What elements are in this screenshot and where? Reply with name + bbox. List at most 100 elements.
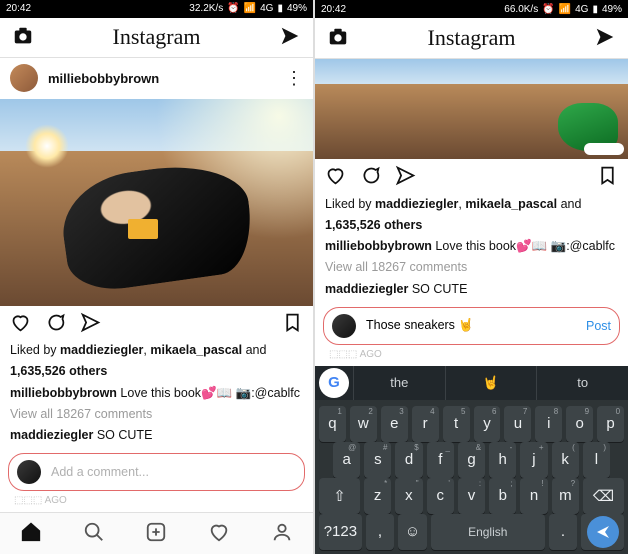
suggestion-2[interactable]: 🤘 [445, 366, 537, 400]
send-key[interactable] [581, 514, 624, 550]
top-comment: maddieziegler SO CUTE [10, 426, 303, 444]
bookmark-icon[interactable] [282, 312, 303, 336]
likes-line[interactable]: Liked by maddieziegler, mikaela_pascal a… [10, 341, 303, 359]
post-username[interactable]: milliebobbybrown [48, 71, 275, 86]
key-u[interactable]: u7 [504, 406, 531, 442]
likes-count[interactable]: 1,635,526 others [10, 362, 303, 380]
key-s[interactable]: s# [364, 442, 391, 478]
post-meta: Liked by maddieziegler, mikaela_pascal a… [0, 341, 313, 447]
suggestion-3[interactable]: to [536, 366, 628, 400]
key-k[interactable]: k( [552, 442, 579, 478]
signal-icon: 📶 [244, 3, 256, 14]
instagram-logo: Instagram [113, 24, 201, 50]
key-j[interactable]: j+ [520, 442, 547, 478]
key-v[interactable]: v: [458, 478, 485, 514]
symbols-key[interactable]: ?123 [319, 514, 362, 550]
post-actions [0, 306, 313, 341]
gboard-keyboard: G the 🤘 to q1w2e3r4t5y6u7i8o9p0 a@s#d$f_… [315, 366, 628, 554]
key-m[interactable]: m? [552, 478, 579, 514]
likes-line[interactable]: Liked by maddieziegler, mikaela_pascal a… [325, 195, 618, 213]
view-all-comments[interactable]: View all 18267 comments [10, 405, 303, 423]
like-icon[interactable] [325, 165, 346, 189]
space-key[interactable]: English [431, 514, 545, 550]
tab-add-icon[interactable] [145, 521, 167, 546]
key-o[interactable]: o9 [566, 406, 593, 442]
key-w[interactable]: w2 [350, 406, 377, 442]
tab-search-icon[interactable] [83, 521, 105, 546]
key-b[interactable]: b; [489, 478, 516, 514]
key-h[interactable]: h- [489, 442, 516, 478]
likes-count[interactable]: 1,635,526 others [325, 216, 618, 234]
comment-input[interactable] [364, 318, 578, 334]
camera-icon[interactable] [12, 25, 34, 50]
post-actions [315, 159, 628, 195]
key-z[interactable]: z* [364, 478, 391, 514]
comment-icon[interactable] [360, 165, 381, 189]
key-i[interactable]: i8 [535, 406, 562, 442]
key-f[interactable]: f_ [427, 442, 454, 478]
signal-icon: 📶 [559, 4, 571, 15]
instagram-header: Instagram [315, 18, 628, 59]
instagram-header: Instagram [0, 18, 313, 58]
key-p[interactable]: p0 [597, 406, 624, 442]
comment-input[interactable] [49, 464, 296, 480]
key-a[interactable]: a@ [333, 442, 360, 478]
key-row-4: ?123 , ☺ English . [319, 514, 624, 550]
send-dm-icon[interactable] [594, 26, 616, 51]
like-icon[interactable] [10, 312, 31, 336]
share-icon[interactable] [395, 165, 416, 189]
key-row-2: a@s#d$f_g&h-j+k(l) [319, 442, 624, 478]
status-data-rate: 32.2K/s [189, 3, 223, 14]
suggestion-bar: G the 🤘 to [315, 366, 628, 400]
avatar[interactable] [10, 64, 38, 92]
post-comment-button[interactable]: Post [586, 319, 611, 333]
top-comment: maddieziegler SO CUTE [325, 280, 618, 298]
tab-home-icon[interactable] [20, 521, 42, 546]
battery-icon: ▮ [277, 3, 283, 14]
alarm-icon: ⏰ [542, 4, 554, 15]
key-y[interactable]: y6 [474, 406, 501, 442]
comment-icon[interactable] [45, 312, 66, 336]
camera-icon[interactable] [327, 26, 349, 51]
key-x[interactable]: x" [395, 478, 422, 514]
backspace-key[interactable]: ⌫ [583, 478, 624, 514]
tab-activity-icon[interactable] [208, 521, 230, 546]
key-r[interactable]: r4 [412, 406, 439, 442]
key-q[interactable]: q1 [319, 406, 346, 442]
status-data-rate: 66.0K/s [504, 4, 538, 15]
comment-input-box[interactable] [8, 453, 305, 491]
period-key[interactable]: . [549, 514, 578, 550]
suggestion-1[interactable]: the [353, 366, 445, 400]
key-l[interactable]: l) [583, 442, 610, 478]
bookmark-icon[interactable] [597, 165, 618, 189]
status-net: 4G [575, 4, 588, 15]
avatar [332, 314, 356, 338]
tab-profile-icon[interactable] [271, 521, 293, 546]
key-c[interactable]: c' [427, 478, 454, 514]
comment-input-box[interactable]: Post [323, 307, 620, 345]
key-e[interactable]: e3 [381, 406, 408, 442]
share-icon[interactable] [80, 312, 101, 336]
battery-icon: ▮ [592, 4, 598, 15]
post-header[interactable]: milliebobbybrown ⋮ [0, 58, 313, 99]
caption: milliebobbybrown Love this book💕📖 📷:@cab… [325, 237, 618, 255]
key-g[interactable]: g& [458, 442, 485, 478]
key-d[interactable]: d$ [395, 442, 422, 478]
alarm-icon: ⏰ [227, 3, 239, 14]
google-icon[interactable]: G [319, 368, 349, 398]
status-battery: 49% [287, 3, 307, 14]
post-photo[interactable] [0, 99, 313, 306]
shift-key[interactable]: ⇧ [319, 478, 360, 514]
more-options-icon[interactable]: ⋮ [285, 68, 303, 89]
comma-key[interactable]: , [366, 514, 395, 550]
emoji-key[interactable]: ☺ [398, 514, 427, 550]
android-status-bar: 20:42 32.2K/s ⏰ 📶 4G ▮ 49% [0, 0, 313, 18]
send-dm-icon[interactable] [279, 25, 301, 50]
key-n[interactable]: n! [520, 478, 547, 514]
view-all-comments[interactable]: View all 18267 comments [325, 258, 618, 276]
avatar [17, 460, 41, 484]
post-time-ago: ⬚⬚⬚ AGO [315, 347, 628, 366]
android-status-bar: 20:42 66.0K/s ⏰ 📶 4G ▮ 49% [315, 0, 628, 18]
key-t[interactable]: t5 [443, 406, 470, 442]
post-photo[interactable] [315, 59, 628, 159]
